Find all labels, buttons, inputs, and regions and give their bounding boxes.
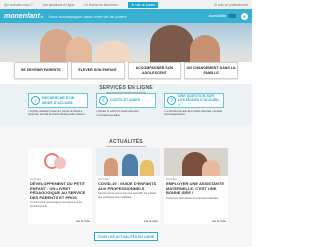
news-headline: EMPLOYER UNE ASSISTANTE MATERNELLE, C'ES… <box>166 181 225 196</box>
site-logo[interactable]: monenfant.fr <box>4 13 43 20</box>
news-image <box>28 148 92 176</box>
news-image <box>164 148 228 176</box>
news-card[interactable]: Accueil DÉVELOPPEMENT DU PETIT ENFANT : … <box>28 148 92 224</box>
news-card[interactable]: Accueil EMPLOYER UNE ASSISTANTE MATERNEL… <box>164 148 228 224</box>
hero-banner <box>0 23 252 62</box>
parent-journey-tiles: SE DEVENIR PARENTS ÉLEVER SON ENFANT ACC… <box>14 62 238 79</box>
tile-become-parent[interactable]: SE DEVENIR PARENTS <box>14 62 68 79</box>
euro-icon: € <box>99 96 108 105</box>
topnav-pro-link[interactable]: Je suis un professionnel <box>214 3 252 7</box>
site-tagline: Vous accompagner dans votre vie de paren… <box>48 13 127 19</box>
news-title: ACTUALITÉS <box>0 139 252 147</box>
accessibility-toggle[interactable] <box>228 14 236 18</box>
read-more-link[interactable]: Lire la suite <box>76 219 90 223</box>
read-more-link[interactable]: Lire la suite <box>144 219 158 223</box>
service-card-question[interactable]: ? UNE QUESTION SUR LES MODES D'ACCUEIL ?… <box>164 93 224 124</box>
tile-family-change[interactable]: UN CHANGEMENT DANS LA FAMILLE <box>184 62 238 79</box>
news-card[interactable]: Accueil COVID-19 : GUIDE D'ENFANTS AUX P… <box>96 148 160 224</box>
accessibility-control: Accessibilité ● <box>208 12 248 20</box>
news-summary: Service pensé par la Caf pour accueillir… <box>98 192 157 199</box>
all-news-button[interactable]: TOUS LES ACTUALITÉS EN LIGNE <box>94 232 158 241</box>
user-icon[interactable]: ● <box>241 12 248 20</box>
service-card-search[interactable]: ⌕ RECHERCHE D'UN MODE D'ACCUEIL • Crèche… <box>28 93 88 124</box>
service-card-costs[interactable]: € COÛTS ET AIDES • Simuler le coût d'un … <box>96 93 156 124</box>
news-summary: Un livret pour accompagner les parents e… <box>30 201 83 208</box>
tile-support-teen[interactable]: ACCOMPAGNER SON ADOLESCENT <box>127 62 182 79</box>
search-icon: ⌕ <box>31 96 40 105</box>
question-icon: ? <box>167 96 176 105</box>
topnav-item-questions[interactable]: Vos questions en ligne <box>43 3 75 7</box>
news-summary: Toutes les informations sur l'accueil in… <box>166 196 219 200</box>
topnav-item-network[interactable]: Le réseau de structures <box>84 3 118 7</box>
news-image <box>96 148 160 176</box>
top-navigation: Qui sommes-nous ? Vos questions en ligne… <box>0 0 252 9</box>
topnav-item-parent[interactable]: Je suis un parent <box>127 1 159 8</box>
online-services-cards: ⌕ RECHERCHE D'UN MODE D'ACCUEIL • Crèche… <box>28 93 224 124</box>
news-headline: COVID-19 : GUIDE D'ENFANTS AUX PROFESSIO… <box>98 181 157 191</box>
topnav-item-about[interactable]: Qui sommes-nous ? <box>4 3 33 7</box>
online-services-title: SERVICES EN LIGNE <box>99 85 153 93</box>
news-headline: DÉVELOPPEMENT DU PETIT ENFANT : UN LIVRE… <box>30 181 86 200</box>
read-more-link[interactable]: Lire la suite <box>212 219 226 223</box>
news-list: Accueil DÉVELOPPEMENT DU PETIT ENFANT : … <box>28 148 228 224</box>
accessibility-label: Accessibilité <box>208 14 226 18</box>
tile-raise-child[interactable]: ÉLEVER SON ENFANT <box>70 62 125 79</box>
site-header: monenfant.fr Vous accompagner dans votre… <box>0 9 252 23</box>
